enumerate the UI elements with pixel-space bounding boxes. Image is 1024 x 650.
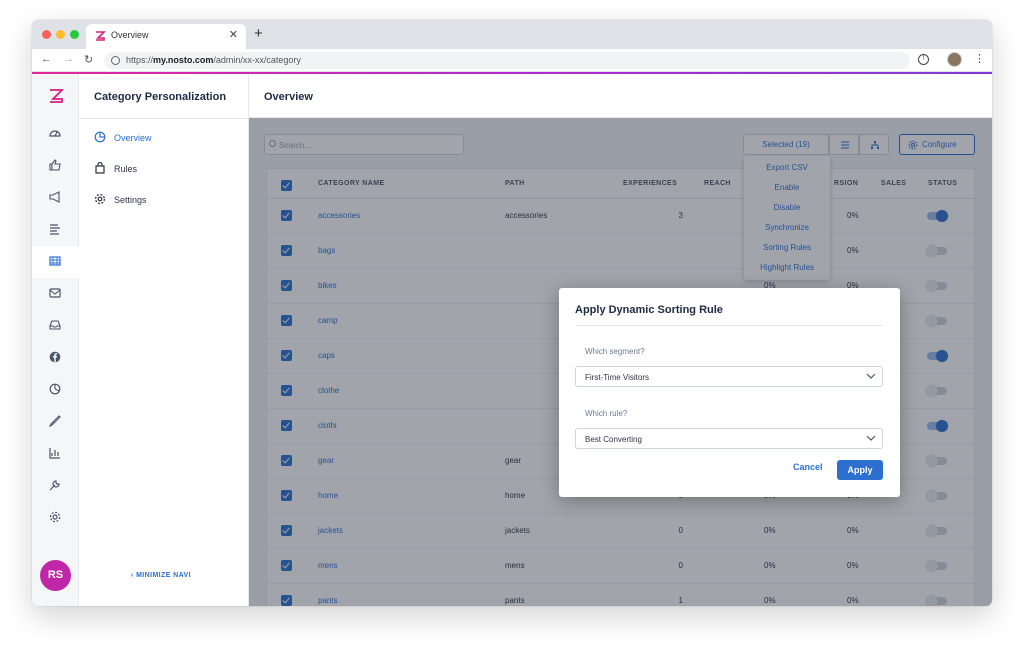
back-icon[interactable]: ← — [41, 53, 52, 65]
rail-facebook[interactable] — [32, 342, 79, 374]
close-tab-icon[interactable]: ✕ — [229, 28, 238, 41]
gear-icon — [94, 193, 106, 205]
segments-icon — [49, 383, 61, 395]
rail-recommendations[interactable] — [32, 150, 79, 182]
apply-button[interactable]: Apply — [837, 460, 883, 480]
segment-label: Which segment? — [585, 347, 645, 356]
tab-bar: Overview ✕ + — [32, 20, 992, 49]
browser-menu-icon[interactable]: ⋮ — [974, 52, 985, 65]
icon-rail: RS — [32, 74, 79, 606]
thumbs-up-icon — [49, 159, 61, 171]
rail-settings[interactable] — [32, 502, 79, 534]
nosto-logo-icon[interactable] — [48, 88, 64, 104]
url-text: https://my.nosto.com/admin/xx-xx/categor… — [126, 55, 301, 65]
browser-window: Overview ✕ + ← → ↻ https://my.nosto.com/… — [32, 20, 992, 606]
forward-icon[interactable]: → — [63, 53, 74, 65]
address-bar: ← → ↻ https://my.nosto.com/admin/xx-xx/c… — [32, 49, 992, 72]
tab-title: Overview — [111, 30, 149, 40]
settings-icon — [49, 511, 61, 523]
rule-label: Which rule? — [585, 409, 628, 418]
rail-segments[interactable] — [32, 374, 79, 406]
bag-icon — [95, 162, 105, 174]
dialog-title: Apply Dynamic Sorting Rule — [575, 304, 723, 316]
subnav-item-label: Overview — [114, 133, 152, 143]
zoom-window-button[interactable] — [70, 30, 79, 39]
list-icon — [50, 224, 60, 235]
dashboard-icon — [49, 130, 61, 137]
info-icon[interactable]: ! — [918, 54, 929, 65]
app: RS Category Personalization Overview Rul… — [32, 74, 992, 606]
minimize-navi-link[interactable]: ‹ MINIMIZE NAVI — [131, 572, 191, 579]
minimize-window-button[interactable] — [56, 30, 65, 39]
pie-chart-icon — [94, 131, 106, 143]
grid-icon — [49, 256, 61, 266]
inbox-icon — [49, 320, 61, 330]
wrench-icon — [49, 480, 60, 491]
sub-navigation: Category Personalization Overview Rules … — [79, 74, 249, 606]
reload-icon[interactable]: ↻ — [84, 53, 93, 66]
rule-value: Best Converting — [585, 435, 642, 444]
rail-tools[interactable] — [32, 470, 79, 502]
rail-analytics[interactable] — [32, 438, 79, 470]
brush-icon — [49, 415, 61, 427]
rail-content[interactable] — [32, 214, 79, 246]
rail-category[interactable] — [32, 246, 79, 278]
segment-select[interactable]: First-Time Visitors — [575, 366, 883, 387]
segment-value: First-Time Visitors — [585, 373, 649, 382]
section-title: Category Personalization — [94, 91, 227, 103]
rail-email[interactable] — [32, 278, 79, 310]
rail-campaigns[interactable] — [32, 182, 79, 214]
main-header: Overview — [249, 74, 992, 118]
divider — [575, 325, 883, 326]
rail-design[interactable] — [32, 406, 79, 438]
url-field[interactable]: https://my.nosto.com/admin/xx-xx/categor… — [104, 52, 910, 69]
apply-sorting-rule-dialog: Apply Dynamic Sorting Rule Which segment… — [559, 288, 900, 497]
subnav-item-label: Settings — [114, 195, 147, 205]
chevron-down-icon — [866, 435, 876, 441]
divider — [79, 118, 249, 119]
rail-inbox[interactable] — [32, 310, 79, 342]
page-title: Overview — [264, 91, 313, 103]
facebook-icon — [49, 351, 61, 363]
rail-dashboard[interactable] — [32, 118, 79, 150]
megaphone-icon — [49, 191, 60, 203]
subnav-item-label: Rules — [114, 164, 138, 174]
user-avatar[interactable]: RS — [40, 560, 71, 591]
chart-icon — [49, 448, 60, 459]
cancel-button[interactable]: Cancel — [793, 462, 823, 472]
main-content: Overview Search... Selected (19) Configu… — [249, 74, 992, 606]
chevron-down-icon — [866, 373, 876, 379]
site-info-icon[interactable] — [111, 56, 120, 65]
rule-select[interactable]: Best Converting — [575, 428, 883, 449]
close-window-button[interactable] — [42, 30, 51, 39]
browser-tab[interactable]: Overview ✕ — [86, 24, 246, 49]
new-tab-button[interactable]: + — [254, 25, 263, 42]
nosto-favicon-icon — [96, 31, 106, 41]
mail-icon — [49, 288, 61, 298]
profile-avatar-icon[interactable] — [947, 52, 962, 67]
